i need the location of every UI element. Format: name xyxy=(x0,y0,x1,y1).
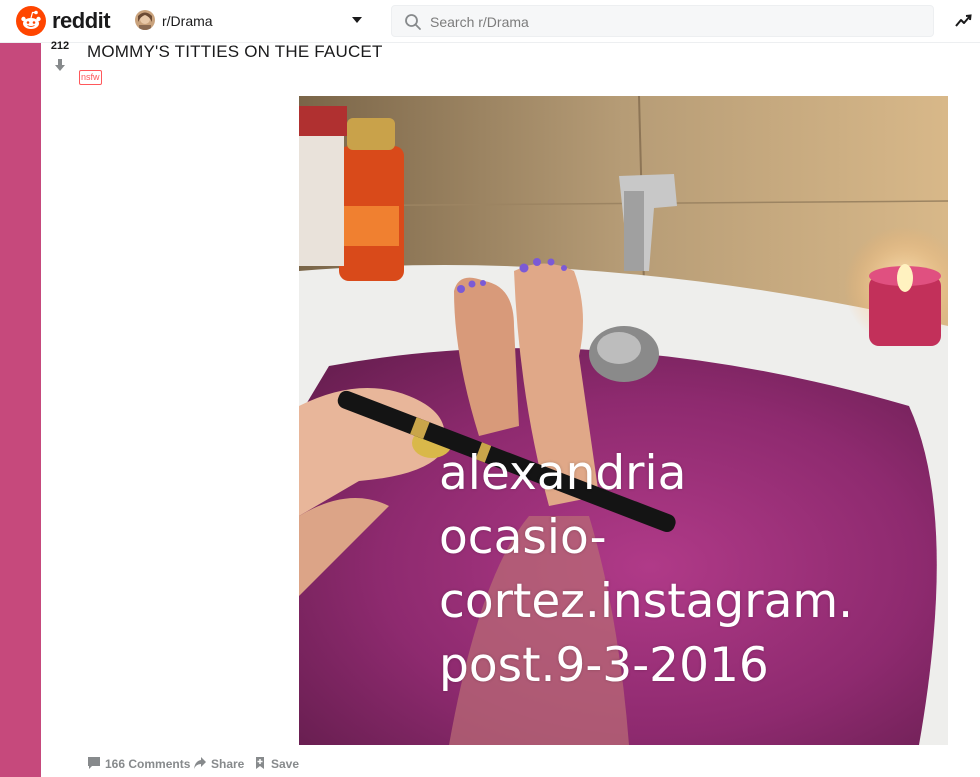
post-image[interactable]: alexandria ocasio- cortez.instagram. pos… xyxy=(299,96,948,745)
image-caption-overlay: alexandria ocasio- cortez.instagram. pos… xyxy=(439,446,854,693)
share-icon xyxy=(194,757,206,769)
comment-icon xyxy=(88,757,100,769)
downvote-icon[interactable] xyxy=(53,58,67,72)
search-icon xyxy=(405,14,421,30)
save-label: Save xyxy=(271,757,300,771)
trending-icon[interactable] xyxy=(955,12,973,30)
comments-label: 166 Comments xyxy=(105,757,191,771)
subreddit-avatar xyxy=(135,10,155,30)
left-rail xyxy=(0,43,41,777)
search-input[interactable] xyxy=(428,10,912,34)
top-header: reddit r/Drama xyxy=(0,0,980,43)
post-title[interactable]: MOMMY'S TITTIES ON THE FAUCET xyxy=(87,42,383,62)
chevron-down-icon xyxy=(352,17,362,23)
subreddit-name: r/Drama xyxy=(162,13,213,29)
reddit-logo-icon[interactable] xyxy=(16,6,46,36)
search-bar[interactable] xyxy=(391,5,934,37)
subreddit-switcher[interactable]: r/Drama xyxy=(133,8,373,34)
save-icon xyxy=(256,757,264,769)
share-label: Share xyxy=(211,757,245,771)
vote-score: 212 xyxy=(50,40,70,52)
reddit-wordmark[interactable]: reddit xyxy=(52,8,111,34)
nsfw-flair: nsfw xyxy=(79,70,102,85)
